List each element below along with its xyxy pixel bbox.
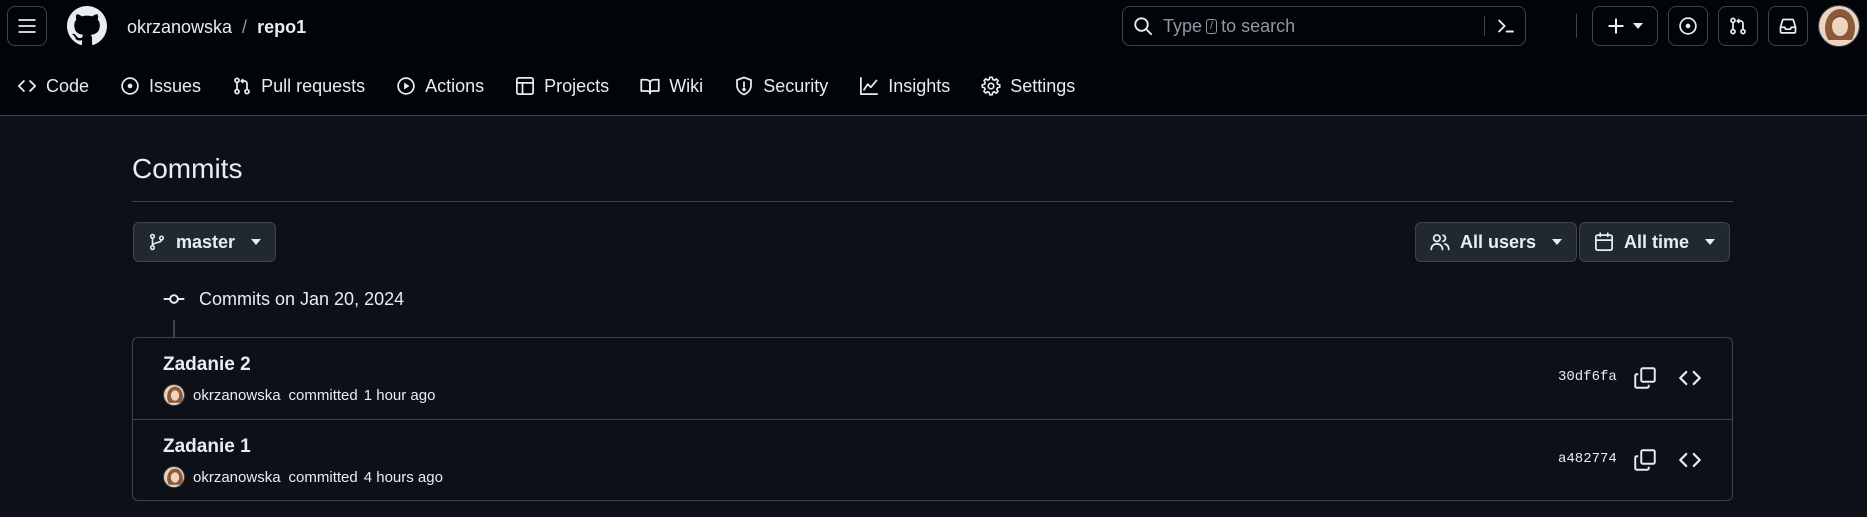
branch-select-button[interactable]: master: [133, 222, 277, 262]
copy-icon: [1634, 449, 1656, 471]
tab-issues[interactable]: Issues: [103, 66, 215, 106]
search-divider: [1484, 16, 1485, 36]
git-branch-icon: [149, 233, 165, 251]
hamburger-menu-icon: [18, 19, 36, 33]
table-icon: [516, 77, 535, 95]
commit-time: 4 hours ago: [363, 468, 443, 486]
search-placeholder-suffix: to search: [1221, 15, 1296, 36]
people-icon: [1430, 234, 1450, 251]
branch-name: master: [176, 231, 236, 252]
create-new-button[interactable]: [1592, 6, 1658, 46]
chevron-down-icon: [1705, 239, 1716, 245]
tab-security[interactable]: Security: [717, 66, 842, 106]
tab-actions[interactable]: Actions: [379, 66, 498, 106]
user-avatar[interactable]: [1818, 5, 1860, 47]
commit-title[interactable]: Zadanie 2: [163, 354, 251, 376]
inbox-icon: [1779, 18, 1797, 34]
avatar[interactable]: [163, 466, 185, 488]
tab-settings[interactable]: Settings: [964, 66, 1089, 106]
git-commit-icon: [163, 294, 185, 304]
breadcrumb: okrzanowska / repo1: [127, 14, 306, 40]
copy-sha-button[interactable]: [1633, 448, 1657, 472]
shield-icon: [736, 76, 753, 96]
pull-requests-button[interactable]: [1718, 6, 1758, 46]
copy-sha-button[interactable]: [1633, 366, 1657, 390]
commit-sha[interactable]: 30df6fa: [1558, 369, 1617, 385]
pull-requests-icon: [1730, 17, 1746, 35]
title-divider: [132, 201, 1733, 202]
calendar-icon: [1595, 232, 1613, 251]
app-header: okrzanowska / repo1 Type / to search Cod…: [0, 0, 1867, 116]
page-title: Commits: [132, 153, 243, 184]
tab-label: Pull requests: [261, 75, 366, 96]
commit-meta: okrzanowska committed 4 hours ago: [163, 466, 443, 488]
commit-meta: okrzanowska committed 1 hour ago: [163, 384, 435, 406]
commit-author[interactable]: okrzanowska: [193, 387, 281, 404]
list-item: Zadanie 2 okrzanowska committed 1 hour a…: [133, 338, 1732, 419]
tab-label: Settings: [1010, 75, 1076, 96]
graph-icon: [860, 77, 879, 95]
commit-action: committed: [288, 468, 358, 486]
tab-label: Issues: [149, 75, 202, 96]
plus-icon: [1608, 18, 1624, 34]
browse-repo-button[interactable]: [1678, 366, 1702, 390]
issues-button[interactable]: [1668, 6, 1708, 46]
browse-repo-button[interactable]: [1678, 448, 1702, 472]
avatar[interactable]: [163, 384, 185, 406]
owner-link[interactable]: okrzanowska: [127, 17, 232, 38]
repo-nav: Code Issues Pull requests Actions Projec…: [0, 66, 1089, 106]
commits-date-label: Commits on Jan 20, 2024: [199, 288, 405, 309]
time-filter-label: All time: [1624, 231, 1690, 252]
commit-title[interactable]: Zadanie 1: [163, 436, 251, 458]
header-divider: [1576, 14, 1577, 38]
search-placeholder-prefix: Type: [1163, 15, 1203, 36]
commit-sha[interactable]: a482774: [1558, 451, 1617, 467]
commit-author[interactable]: okrzanowska: [193, 469, 281, 486]
code-icon: [1679, 370, 1701, 386]
commits-day-header: Commits on Jan 20, 2024: [163, 288, 404, 310]
search-shortcut-key: /: [1206, 18, 1218, 34]
search-icon: [1133, 16, 1153, 36]
git-pull-request-icon: [234, 77, 250, 95]
user-filter-button[interactable]: All users: [1415, 222, 1578, 262]
commit-list: Zadanie 2 okrzanowska committed 1 hour a…: [132, 337, 1733, 501]
code-icon: [17, 80, 37, 92]
tab-insights[interactable]: Insights: [842, 66, 964, 106]
gear-icon: [981, 76, 1001, 96]
chevron-down-icon: [1633, 23, 1643, 29]
search-input[interactable]: Type / to search: [1122, 6, 1526, 46]
tab-label: Actions: [425, 75, 485, 96]
commit-time: 1 hour ago: [363, 386, 436, 404]
tab-label: Projects: [544, 75, 610, 96]
issue-opened-icon: [121, 77, 139, 95]
github-logo-icon[interactable]: [67, 6, 107, 46]
tab-pull-requests[interactable]: Pull requests: [215, 66, 379, 106]
tab-wiki[interactable]: Wiki: [623, 66, 717, 106]
tab-label: Code: [46, 75, 90, 96]
tab-label: Security: [763, 75, 829, 96]
issues-icon: [1679, 17, 1697, 35]
command-palette-icon[interactable]: [1495, 15, 1517, 37]
inbox-button[interactable]: [1768, 6, 1808, 46]
code-icon: [1679, 452, 1701, 468]
hamburger-menu-button[interactable]: [7, 6, 47, 46]
chevron-down-icon: [251, 239, 262, 245]
chevron-down-icon: [1552, 239, 1563, 245]
breadcrumb-separator: /: [242, 16, 248, 37]
list-item: Zadanie 1 okrzanowska committed 4 hours …: [133, 419, 1732, 500]
play-icon: [397, 77, 415, 95]
tab-code[interactable]: Code: [0, 66, 103, 106]
tab-label: Insights: [888, 75, 951, 96]
commit-action: committed: [288, 386, 358, 404]
time-filter-button[interactable]: All time: [1579, 222, 1731, 262]
tab-label: Wiki: [669, 75, 704, 96]
book-icon: [640, 78, 660, 95]
tab-projects[interactable]: Projects: [498, 66, 623, 106]
timeline-line: [173, 320, 175, 338]
repo-link[interactable]: repo1: [257, 17, 306, 38]
user-filter-label: All users: [1460, 231, 1537, 252]
copy-icon: [1634, 367, 1656, 389]
